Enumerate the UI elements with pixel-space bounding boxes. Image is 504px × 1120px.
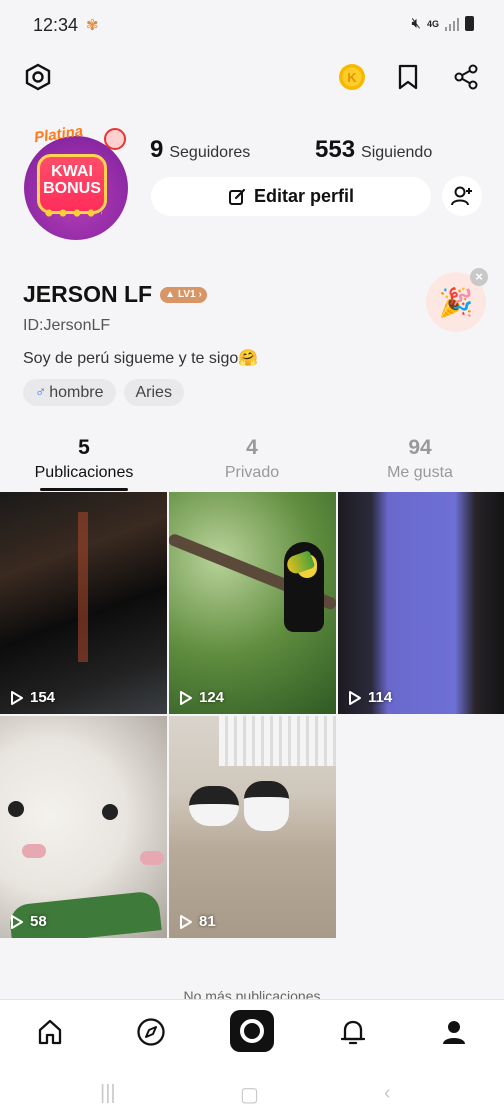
tab-count: 5 (78, 436, 90, 459)
back-icon[interactable]: ‹ (384, 1082, 391, 1105)
avatar[interactable]: Platina KWAI BONUS (12, 123, 136, 246)
network-label: 4G (426, 18, 439, 29)
kwai-bonus-badge: KWAI BONUS (37, 154, 107, 214)
kwai-badge-line2: BONUS (43, 180, 101, 197)
tab-count: 4 (246, 436, 258, 459)
recents-icon[interactable]: ||| (100, 1082, 116, 1105)
share-icon[interactable] (449, 60, 483, 94)
party-popper-widget[interactable]: 🎉 × (426, 268, 488, 332)
profile-tags: ♂ hombre Aries (23, 379, 184, 406)
mute-icon: 🔇︎ (411, 15, 421, 32)
battery-icon (465, 16, 474, 31)
zodiac-label: Aries (135, 383, 172, 401)
profile-stats: 9 Seguidores 553 Siguiendo (150, 136, 490, 168)
thumbnail-art (189, 786, 239, 826)
top-bar: K (0, 58, 504, 98)
edit-icon (228, 188, 246, 205)
party-popper-icon: 🎉 (438, 286, 474, 318)
play-icon (349, 690, 361, 705)
view-count: 124 (179, 689, 224, 706)
profile-icon[interactable] (434, 1014, 474, 1050)
post-thumbnail[interactable]: 114 (338, 492, 504, 714)
status-time: 12:34 (33, 15, 79, 35)
user-bio: Soy de perú sigueme y te sigo🤗 (23, 350, 259, 367)
post-thumbnail[interactable]: 154 (0, 492, 167, 714)
view-count-text: 81 (199, 913, 216, 930)
camera-icon (240, 1019, 264, 1043)
view-count: 58 (10, 913, 47, 930)
chevron-right-icon: › (198, 289, 202, 300)
add-user-icon (451, 186, 472, 206)
notification-icon: ✾ (86, 17, 99, 34)
kwai-badge-line1: KWAI (51, 163, 93, 180)
view-count: 81 (179, 913, 216, 930)
user-id: ID:JersonLF (23, 317, 111, 334)
thumbnail-art (244, 781, 289, 831)
profile-name-text: JERSON LF (23, 281, 153, 307)
zodiac-tag: Aries (123, 379, 184, 406)
home-icon[interactable] (30, 1014, 70, 1050)
post-thumbnail[interactable]: 81 (169, 716, 336, 938)
post-thumbnail[interactable]: 58 (0, 716, 167, 938)
tab-count: 94 (408, 436, 432, 459)
bookmark-icon[interactable] (391, 60, 425, 94)
camera-button[interactable] (230, 1010, 274, 1052)
active-tab-indicator (40, 488, 128, 491)
play-icon (180, 914, 192, 929)
view-count-text: 154 (30, 689, 56, 706)
thumbnail-art (140, 851, 164, 865)
gender-label: hombre (49, 383, 104, 401)
view-count: 114 (348, 689, 392, 706)
followers-stat[interactable]: 9 Seguidores (150, 136, 250, 164)
bottom-nav (0, 999, 504, 1065)
edit-profile-label: Editar perfil (253, 186, 355, 206)
play-icon (11, 690, 23, 705)
level-badge[interactable]: ▲ LV1 › (160, 286, 207, 303)
following-count: 553 (315, 136, 356, 163)
close-icon[interactable]: × (470, 268, 488, 286)
followers-count: 9 (150, 136, 164, 163)
thumbnail-art (8, 801, 24, 817)
thumbnail-art (22, 844, 46, 858)
tab-label: Me gusta (387, 464, 453, 481)
view-count-text: 58 (30, 913, 47, 930)
status-bar: 12:34 ✾ 🔇︎ 4G (0, 0, 504, 52)
view-count-text: 114 (368, 689, 393, 706)
add-friend-button[interactable] (442, 176, 482, 216)
view-count-text: 124 (199, 689, 225, 706)
coin-icon[interactable]: K (335, 60, 369, 94)
tab-publicaciones[interactable]: 5 Publicaciones (0, 436, 168, 482)
followers-label: Seguidores (169, 144, 251, 161)
profile-tabs: 5 Publicaciones 4 Privado 94 Me gusta (0, 436, 504, 492)
view-count: 154 (10, 689, 55, 706)
tab-me-gusta[interactable]: 94 Me gusta (336, 436, 504, 482)
post-thumbnail[interactable]: 124 (169, 492, 336, 714)
edit-profile-button[interactable]: Editar perfil (151, 177, 431, 216)
system-navigation: ||| ▢ ‹ (0, 1065, 504, 1120)
svg-text:K: K (347, 70, 357, 85)
play-icon (11, 914, 23, 929)
tab-label: Privado (224, 464, 280, 481)
level-text: LV1 (177, 289, 196, 300)
following-stat[interactable]: 553 Siguiendo (315, 136, 432, 164)
settings-icon[interactable] (21, 60, 55, 94)
play-icon (180, 690, 192, 705)
gift-icon (104, 128, 126, 150)
profile-name: JERSON LF ▲ LV1 › (23, 281, 207, 308)
signal-icon (445, 17, 459, 31)
system-icons: 🔇︎ 4G (412, 15, 474, 32)
tab-privado[interactable]: 4 Privado (168, 436, 336, 482)
tab-label: Publicaciones (34, 464, 134, 481)
male-icon: ♂ (35, 384, 47, 401)
bell-icon[interactable] (333, 1014, 373, 1050)
compass-icon[interactable] (131, 1014, 171, 1050)
gender-tag: ♂ hombre (23, 379, 116, 406)
following-label: Siguiendo (361, 144, 433, 161)
thumbnail-art (219, 716, 336, 766)
coins-decoration (42, 206, 102, 222)
home-system-icon[interactable]: ▢ (240, 1082, 259, 1107)
thumbnail-art (102, 804, 118, 820)
level-triangle-icon: ▲ (165, 289, 175, 300)
